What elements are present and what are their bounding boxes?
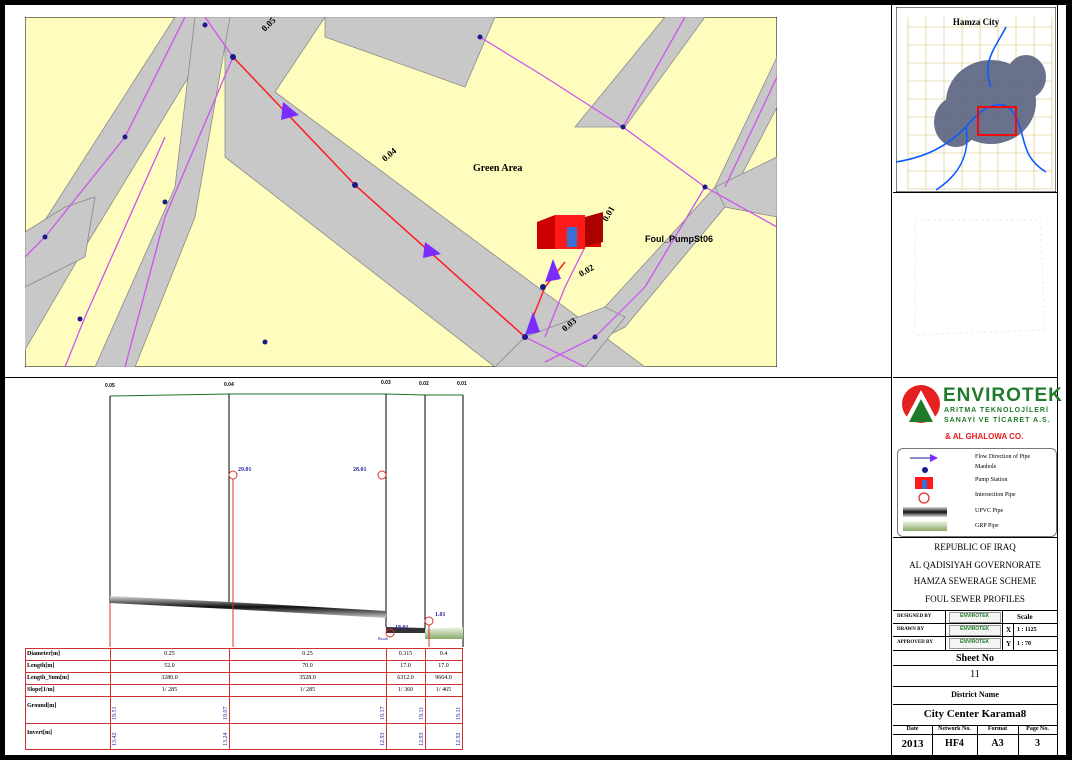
legend-label: Intersection Pipe: [975, 492, 1016, 498]
footer-header-format: Format: [987, 726, 1008, 732]
scale-x-label: X: [1006, 626, 1012, 634]
profile-node-label: 0.01: [457, 381, 467, 387]
designed-by-label: DESIGNED BY: [897, 614, 932, 619]
footer-header-date: Date: [906, 726, 919, 732]
table-cell: 1/ 465: [435, 687, 452, 693]
table-cell: 1/ 360: [397, 687, 414, 693]
table-cell: 0.4: [439, 651, 448, 657]
sheet-no-value: 11: [970, 669, 980, 680]
table-cell: 17.0: [400, 663, 411, 669]
company-partner: & AL GHALOWA CO.: [945, 432, 1024, 441]
plan-map: 0.05 0.04 0.01 0.02 0.03 Green Area Foul…: [25, 17, 777, 367]
profile-node-label: 0.05: [105, 383, 115, 389]
drawing-sheet: 0.05 0.04 0.01 0.02 0.03 Green Area Foul…: [5, 5, 1066, 755]
legend-label: UPVC Pipe: [975, 508, 1004, 514]
scheme-label: HAMZA SEWERAGE SCHEME: [913, 576, 1037, 586]
scale-y-value: 1 : 70: [1017, 641, 1031, 647]
scale-y-label: Y: [1006, 640, 1012, 648]
row-label-ground: Ground[m]: [27, 703, 57, 709]
approved-by-label: APPROVED BY: [897, 640, 933, 645]
company-line1: ARITMA TEKNOLOJİLERİ: [944, 407, 1049, 414]
table-cell: 0.25: [164, 651, 175, 657]
upvc-pipe-icon: [903, 507, 947, 517]
company-name: ENVIROTEK: [943, 385, 1063, 406]
district-name-label: District Name: [951, 690, 999, 699]
legend-label: Pump Station: [975, 477, 1008, 483]
intersection-pipe-icon: [918, 492, 930, 504]
table-cell: 1/ 285: [299, 687, 316, 693]
republic-label: REPUBLIC OF IRAQ: [934, 542, 1016, 552]
table-cell: 0.315: [398, 651, 413, 657]
governorate-label: AL QADISIYAH GOVERNORATE: [909, 560, 1041, 570]
profile-node-label: 0.04: [224, 382, 234, 388]
ground-value: 19.17: [380, 706, 386, 721]
drawing-title: FOUL SEWER PROFILES: [925, 594, 1025, 604]
footer-format-value: A3: [991, 738, 1004, 749]
invert-value: 12.93: [419, 732, 425, 747]
profile-chart: [109, 393, 464, 647]
table-cell: 17.0: [438, 663, 449, 669]
green-area-label: Green Area: [473, 163, 522, 174]
footer-header-page: Page No.: [1026, 726, 1049, 732]
row-label-length: Length[m]: [27, 663, 55, 669]
legend-label: Manhole: [975, 464, 997, 470]
ground-value: 19.51: [112, 706, 118, 721]
profile-node-label: 0.02: [419, 381, 429, 387]
scale-x-value: 1 : 1125: [1017, 627, 1037, 633]
ground-value: 19.07: [223, 706, 229, 721]
pump-station-label: Foul_PumpSt06: [645, 234, 713, 244]
table-cell: 1/ 285: [161, 687, 178, 693]
company-logo: [902, 385, 940, 423]
ground-value: 19.11: [456, 706, 462, 720]
ground-value: 19.11: [419, 706, 425, 720]
footer-network-value: HF4: [945, 738, 964, 749]
district-name-value: City Center Karama8: [923, 708, 1027, 720]
level-label: 1.01: [435, 612, 446, 618]
table-cell: 3528.0: [299, 675, 316, 681]
level-label: 29.01: [238, 467, 252, 473]
legend-label: GRP Pipe: [975, 523, 999, 529]
signature-stamp: ENVIROTEK: [949, 638, 1001, 649]
blank-outline: [914, 219, 1046, 336]
signature-stamp: ENVIROTEK: [949, 612, 1001, 623]
level-label: 18.01: [395, 625, 409, 631]
invert-value: 13.24: [223, 732, 229, 747]
table-cell: 3280.0: [161, 675, 178, 681]
table-cell: 9664.0: [435, 675, 452, 681]
row-label-slope: Slope[1/m]: [27, 687, 55, 693]
pump-station-icon: [915, 477, 933, 489]
row-label-length-sum: Length_Sum[m]: [27, 675, 70, 681]
legend-label: Flow Direction of Pipe: [975, 454, 1031, 460]
table-cell: 6312.0: [397, 675, 414, 681]
manhole-icon: [922, 467, 928, 473]
junction-label: Rasuh: [378, 636, 388, 641]
row-label-diameter: Diameter[m]: [27, 651, 60, 657]
level-label: 28.01: [353, 467, 367, 473]
invert-value: 13.42: [112, 732, 118, 747]
table-cell: 0.25: [302, 651, 313, 657]
row-label-invert: Invert[m]: [27, 730, 52, 736]
sheet-no-label: Sheet No: [955, 653, 995, 664]
grp-pipe-icon: [903, 521, 947, 531]
table-cell: 70.0: [302, 663, 313, 669]
invert-value: 12.93: [380, 732, 386, 747]
profile-node-label: 0.03: [381, 380, 391, 386]
invert-value: 12.92: [456, 732, 462, 747]
scale-label: Scale: [1017, 613, 1033, 621]
footer-header-network: Network No.: [938, 726, 971, 732]
table-cell: 52.0: [164, 663, 175, 669]
signature-stamp: ENVIROTEK: [949, 625, 1001, 636]
footer-date-value: 2013: [901, 738, 924, 750]
drawn-by-label: DRAWN BY: [897, 627, 925, 632]
footer-page-value: 3: [1035, 738, 1040, 749]
flow-direction-icon: [910, 454, 938, 462]
key-map-title: Hamza City: [953, 17, 1000, 27]
company-line2: SANAYİ VE TİCARET A.S.: [944, 417, 1051, 424]
key-map: Hamza City: [896, 7, 1056, 192]
